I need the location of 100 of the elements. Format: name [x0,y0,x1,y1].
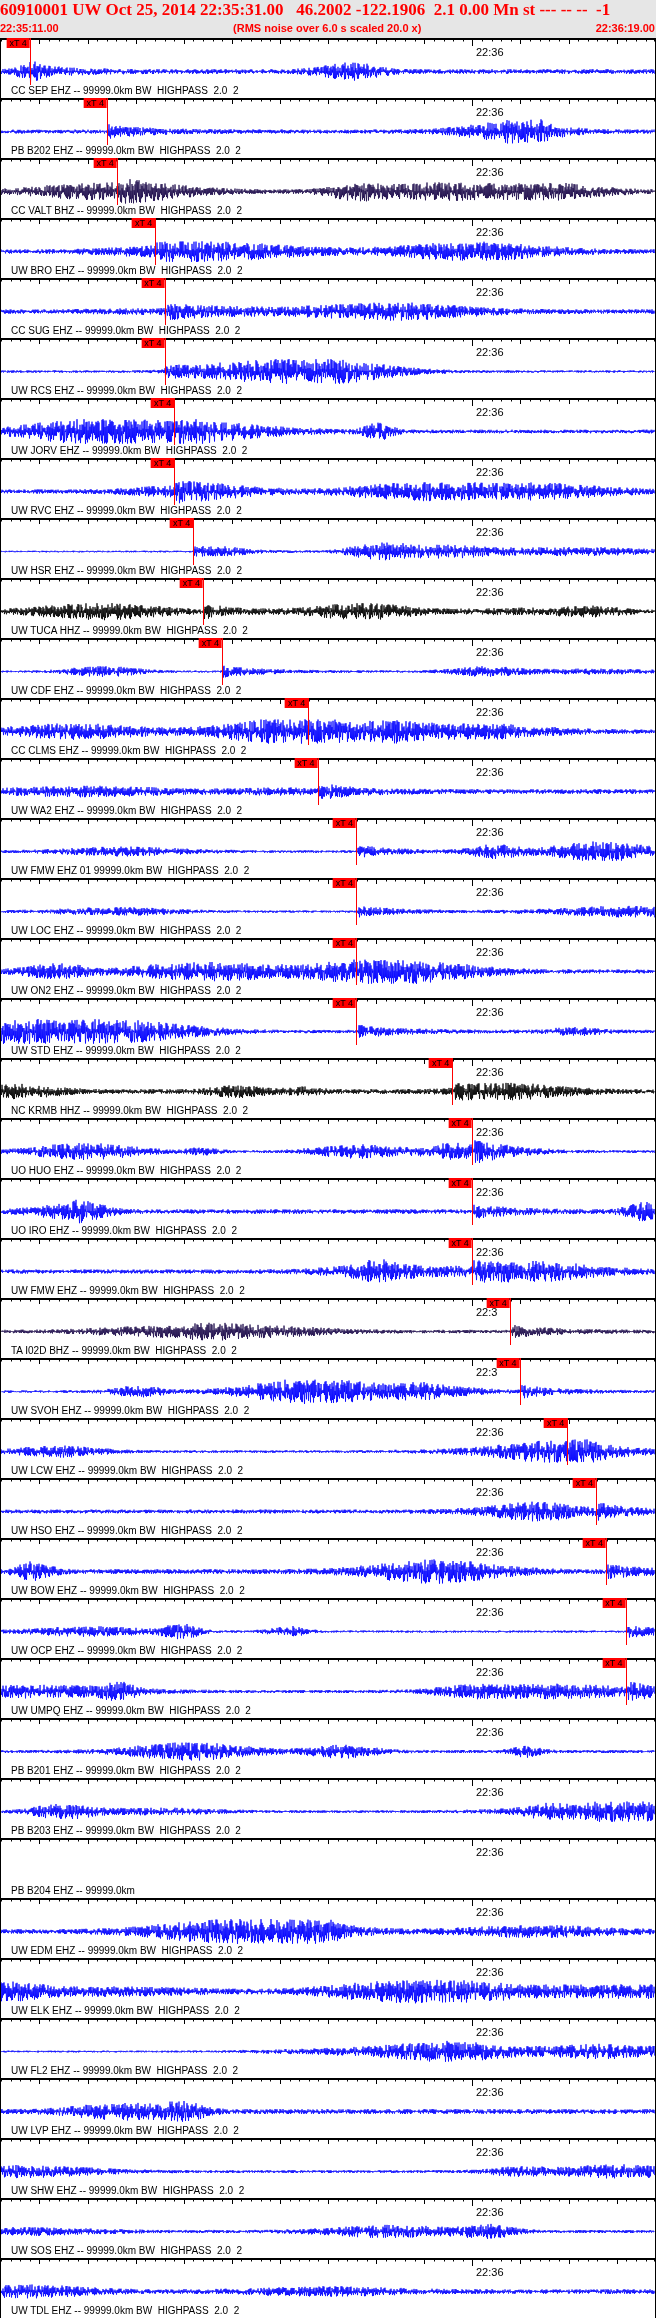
pick-flag: xT 4 [332,818,357,828]
pick-flag: xT 4 [294,758,318,768]
channel-label: UW BRO EHZ -- 99999.0km BW HIGHPASS 2.0 2 [11,265,243,277]
channel-label: UW WA2 EHZ -- 99999.0km BW HIGHPASS 2.0 2 [11,805,243,817]
time-label: 22:36 [476,1726,504,1738]
pick-flag: xT 4 [141,338,165,348]
pick-flag: xT 4 [179,578,204,588]
time-label: 22:36 [476,886,504,898]
channel-label: PB B201 EHZ -- 99999.0km BW HIGHPASS 2.0 2 [11,1765,241,1777]
pick-flag: xT 4 [448,1238,472,1248]
channel-label: UO IRO EHZ -- 99999.0km BW HIGHPASS 2.0 2 [11,1225,237,1237]
channel-label: UW SOS EHZ -- 99999.0km BW HIGHPASS 2.0 2 [11,2245,242,2257]
pick-flag: xT 4 [150,398,175,408]
channel-label: CC SEP EHZ -- 99999.0km BW HIGHPASS 2.0 2 [11,85,239,97]
pick-flag: xT 4 [132,218,156,228]
channel-label: UW TDL EHZ -- 99999.0km BW HIGHPASS 2.0 2 [11,2305,240,2317]
channel-label: PB B203 EHZ -- 99999.0km BW HIGHPASS 2.0 2 [11,1825,241,1837]
channel-label: UW OCP EHZ -- 99999.0km BW HIGHPASS 2.0 2 [11,1645,243,1657]
channel-label: TA I02D BHZ -- 99999.0km BW HIGHPASS 2.0 2 [11,1345,237,1357]
time-label: 22:36 [476,946,504,958]
time-label: 22:36 [476,2086,504,2098]
channel-label: NC KRMB HHZ -- 99999.0km BW HIGHPASS 2.0 2 [11,1105,249,1117]
pick-flag: xT 4 [602,1658,626,1668]
pick-flag: xT 4 [448,1118,472,1128]
channel-label: UW RVC EHZ -- 99999.0km BW HIGHPASS 2.0 2 [11,505,242,517]
time-label: 22:36 [476,2146,504,2158]
pick-flag: xT 4 [544,1418,568,1428]
time-label: 22:36 [476,766,504,778]
time-label: 22:36 [476,1846,504,1858]
channel-label: UW BOW EHZ -- 99999.0km BW HIGHPASS 2.0 2 [11,1585,245,1597]
pick-flag: xT 4 [602,1598,626,1608]
time-label: 22:3 [476,1366,498,1378]
time-label: 22:36 [476,466,504,478]
end-time: 22:36:19.00 [595,21,655,36]
time-label: 22:36 [476,1186,504,1198]
time-label: 22:36 [476,586,504,598]
time-label: 22:36 [476,1546,504,1558]
time-label: 22:36 [476,1786,504,1798]
time-label: 22:36 [476,406,504,418]
channel-label: UW LCW EHZ -- 99999.0km BW HIGHPASS 2.0 2 [11,1465,244,1477]
channel-label: UO HUO EHZ -- 99999.0km BW HIGHPASS 2.0 2 [11,1165,242,1177]
channel-label: UW HSR EHZ -- 99999.0km BW HIGHPASS 2.0 2 [11,565,242,577]
time-label: 22:36 [476,1606,504,1618]
channel-label: UW RCS EHZ -- 99999.0km BW HIGHPASS 2.0 2 [11,385,242,397]
event-title: 60910001 UW Oct 25, 2014 22:35:31.00 46.2002 -122.1906 2.1 0.00 Mn st --- -- -- -1 [0,0,612,20]
channel-label: UW STD EHZ -- 99999.0km BW HIGHPASS 2.0 2 [11,1045,241,1057]
time-label: 22:36 [476,826,504,838]
channel-label: UW LVP EHZ -- 99999.0km BW HIGHPASS 2.0 2 [11,2125,239,2137]
time-label: 22:36 [476,2026,504,2038]
channel-label: UW UMPQ EHZ -- 99999.0km BW HIGHPASS 2.0 2 [11,1705,251,1717]
time-label: 22:36 [476,2266,504,2278]
channel-label: UW SHW EHZ -- 99999.0km BW HIGHPASS 2.0 2 [11,2185,245,2197]
time-label: 22:36 [476,46,504,58]
channel-label: UW ELK EHZ -- 99999.0km BW HIGHPASS 2.0 2 [11,2005,240,2017]
channel-label: CC CLMS EHZ -- 99999.0km BW HIGHPASS 2.0 2 [11,745,247,757]
time-label: 22:36 [476,1066,504,1078]
pick-flag: xT 4 [572,1478,597,1488]
time-label: 22:36 [476,706,504,718]
time-label: 22:36 [476,106,504,118]
channel-label: UW FMW EHZ -- 99999.0km BW HIGHPASS 2.0 2 [11,1285,245,1297]
channel-label: UW SVOH EHZ -- 99999.0km BW HIGHPASS 2.0 2 [11,1405,250,1417]
time-label: 22:36 [476,226,504,238]
noise-note: (RMS noise over 6.0 s scaled 20.0 x) [233,21,422,36]
time-label: 22:36 [476,1906,504,1918]
time-label: 22:3 [476,1306,498,1318]
pick-flag: xT 4 [141,278,165,288]
channel-label: CC SUG EHZ -- 99999.0km BW HIGHPASS 2.0 2 [11,325,241,337]
time-label: 22:36 [476,1426,504,1438]
pick-flag: xT 4 [582,1538,606,1548]
time-label: 22:36 [476,1666,504,1678]
time-label: 22:36 [476,2206,504,2218]
time-label: 22:36 [476,1486,504,1498]
pick-flag: xT 4 [150,458,175,468]
time-label: 22:36 [476,1966,504,1978]
channel-label: UW FL2 EHZ -- 99999.0km BW HIGHPASS 2.0 2 [11,2065,239,2077]
pick-flag: xT 4 [496,1358,520,1368]
channel-label: UW JORV EHZ -- 99999.0km BW HIGHPASS 2.0 2 [11,445,248,457]
channel-label: UW TUCA HHZ -- 99999.0km BW HIGHPASS 2.0 2 [11,625,248,637]
pick-flag: xT 4 [448,1178,472,1188]
time-label: 22:36 [476,1006,504,1018]
pick-flag: xT 4 [428,1058,453,1068]
channel-label: UW ON2 EHZ -- 99999.0km BW HIGHPASS 2.0 2 [11,985,242,997]
time-label: 22:36 [476,646,504,658]
time-label: 22:36 [476,1246,504,1258]
channel-label: PB B202 EHZ -- 99999.0km BW HIGHPASS 2.0 2 [11,145,241,157]
channel-label: UW HSO EHZ -- 99999.0km BW HIGHPASS 2.0 2 [11,1525,243,1537]
pick-flag: xT 4 [83,98,107,108]
time-label: 22:36 [476,166,504,178]
pick-flag: xT 4 [332,938,357,948]
time-label: 22:36 [476,346,504,358]
pick-flag: xT 4 [198,638,223,648]
channel-label: UW EDM EHZ -- 99999.0km BW HIGHPASS 2.0 2 [11,1945,244,1957]
time-label: 22:36 [476,286,504,298]
pick-flag: xT 4 [6,38,30,48]
pick-flag: xT 4 [93,158,117,168]
start-time: 22:35:11.00 [0,21,59,36]
channel-label: UW LOC EHZ -- 99999.0km BW HIGHPASS 2.0 2 [11,925,242,937]
channel-label: UW CDF EHZ -- 99999.0km BW HIGHPASS 2.0 2 [11,685,242,697]
time-label: 22:36 [476,526,504,538]
channel-label: PB B204 EHZ -- 99999.0km [11,1885,135,1897]
